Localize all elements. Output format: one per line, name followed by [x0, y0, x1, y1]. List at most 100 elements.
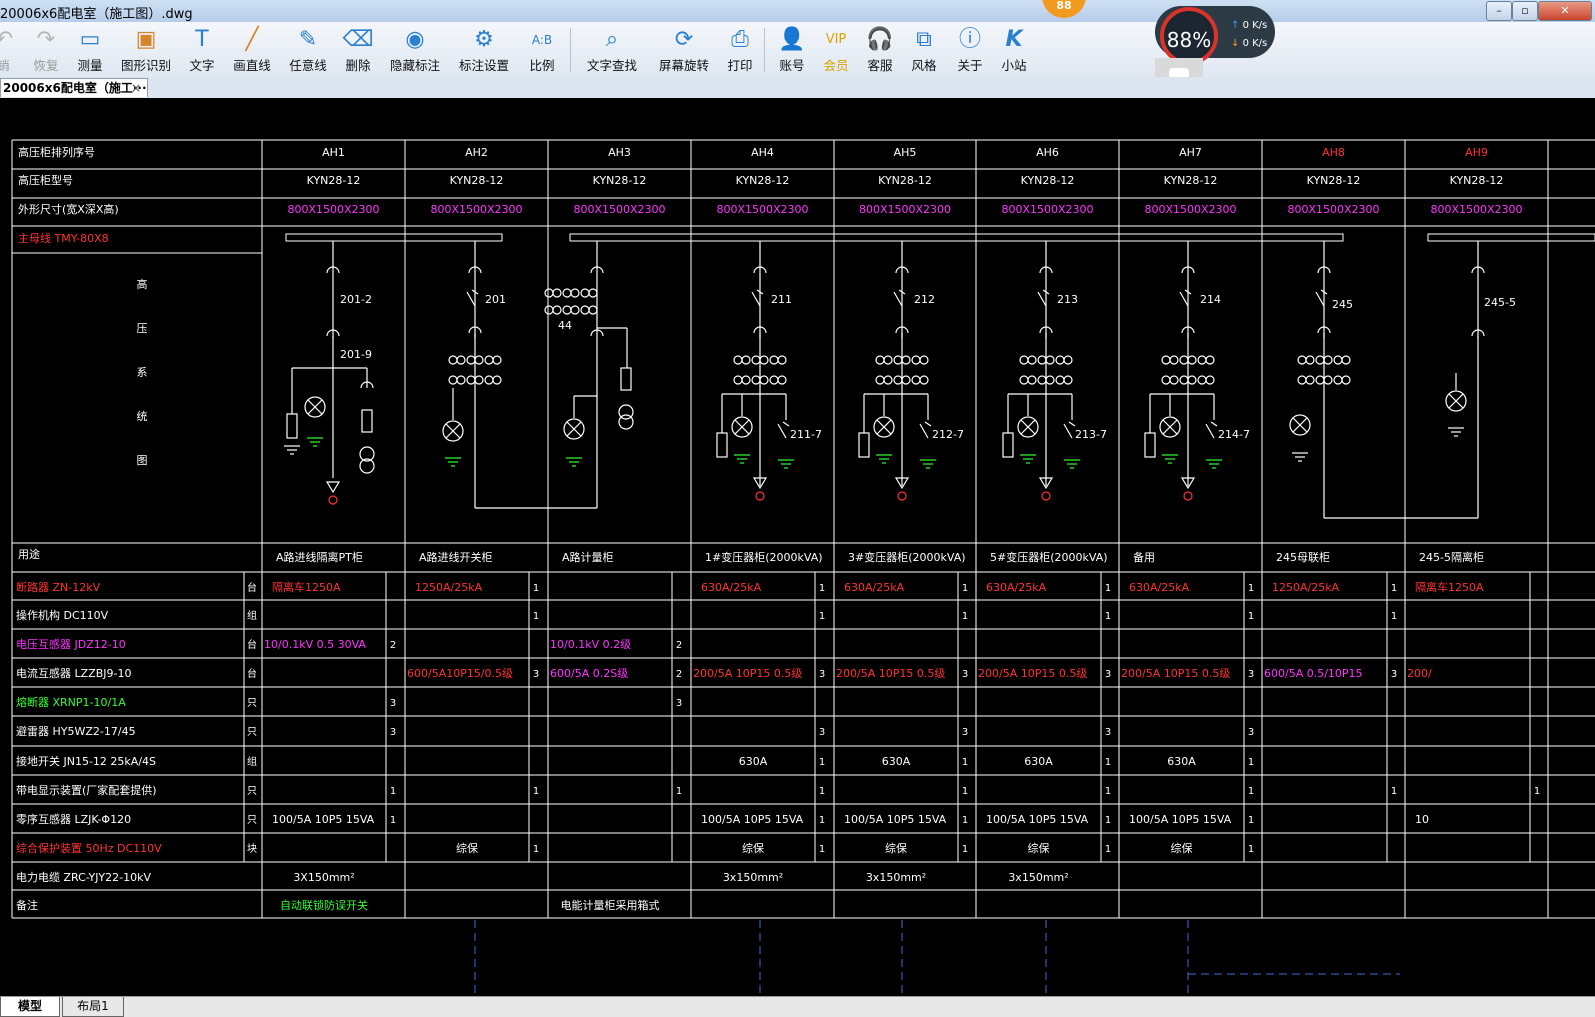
cabinet-size: 800X1500X2300 — [1144, 203, 1236, 216]
ct-coil — [570, 305, 580, 315]
ct-coil — [769, 355, 779, 365]
hide-annotation-button[interactable]: ◉ 隐藏标注 — [386, 25, 444, 74]
cabinet-number: AH8 — [1322, 146, 1345, 159]
text-search-button[interactable]: ⌕ 文字查找 — [580, 25, 644, 74]
ct-coil — [1179, 375, 1189, 385]
usage-value: 3#变压器柜(2000kVA) — [848, 550, 966, 564]
spec-qty: 1 — [1105, 611, 1111, 622]
switch-blade — [1179, 291, 1189, 307]
ct-coil — [1323, 375, 1333, 385]
close-window-button[interactable]: ✕ — [1538, 1, 1592, 21]
delete-button[interactable]: ⌫ 删除 — [340, 25, 376, 74]
cabinet-model: KYN28-12 — [1021, 174, 1075, 187]
spec-qty: 3 — [676, 698, 682, 709]
system-label-char: 图 — [137, 454, 148, 467]
spec-qty: 1 — [533, 583, 539, 594]
spec-cell: 综保 — [456, 841, 478, 855]
free-line-button[interactable]: ✎ 任意线 — [284, 25, 332, 74]
ct-coil — [1305, 375, 1315, 385]
text-button[interactable]: T 文字 — [184, 25, 220, 74]
usage-value: 1#变压器柜(2000kVA) — [705, 550, 823, 564]
spec-qty: 1 — [1248, 844, 1254, 855]
model-tab[interactable]: 模型 — [0, 997, 60, 1017]
ct-coil — [1027, 355, 1037, 365]
row-label-model: 高压柜型号 — [18, 173, 73, 187]
spec-cell: 3X150mm² — [293, 871, 354, 884]
account-button[interactable]: 👤 账号 — [774, 25, 810, 74]
draw-line-button[interactable]: ╱ 画直线 — [228, 25, 276, 74]
user-icon: 👤 — [778, 27, 806, 52]
maximize-button[interactable]: ▫ — [1512, 1, 1538, 21]
ct-coil — [911, 375, 921, 385]
ct-coil — [1187, 355, 1197, 365]
spec-qty: 3 — [390, 698, 396, 709]
cabinet-size: 800X1500X2300 — [430, 203, 522, 216]
redo-button[interactable]: ↷ 恢复 — [28, 25, 64, 74]
spec-qty: 1 — [1105, 815, 1111, 826]
vip-button[interactable]: VIP 会员 — [818, 25, 854, 74]
line-icon: ╱ — [245, 27, 259, 52]
close-tab-icon[interactable]: × — [131, 79, 141, 98]
cabinet-number: AH5 — [894, 146, 917, 159]
cabinet-number: AH1 — [322, 146, 345, 159]
ct-coil — [893, 355, 903, 365]
ct-coil — [751, 375, 761, 385]
switch-blade — [751, 291, 761, 307]
spec-qty: 1 — [1248, 611, 1254, 622]
ct-coil — [474, 375, 484, 385]
spec-cell: 630A — [882, 755, 911, 768]
fuse — [620, 367, 632, 391]
speed-percent-gauge[interactable]: 88% — [1160, 7, 1218, 65]
shape-recognition-button[interactable]: ▣ 图形识别 — [116, 25, 176, 74]
annotation-settings-button[interactable]: ⚙ 标注设置 — [454, 25, 514, 74]
site-button[interactable]: K 小站 — [996, 25, 1032, 74]
ct-coil — [492, 355, 502, 365]
drawing-canvas[interactable]: 高压柜排列序号 高压柜型号 外形尺寸(宽X深X高) 主母线 TMY-80X8 高压系统图… — [0, 98, 1595, 996]
ct-coil — [562, 288, 572, 298]
layout1-tab[interactable]: 布局1 — [62, 997, 124, 1017]
spec-unit: 只 — [247, 786, 257, 797]
spec-cell: 10/0.1kV 0.2级 — [550, 638, 631, 651]
ct-coil — [552, 305, 562, 315]
spec-unit: 台 — [247, 581, 257, 594]
scale-button[interactable]: A:B 比例 — [524, 25, 560, 74]
rotate-screen-button[interactable]: ⟳ 屏幕旋转 — [652, 25, 716, 74]
switch-blade — [1205, 423, 1215, 439]
device-label: 214 — [1200, 293, 1221, 306]
ct-coil — [759, 355, 769, 365]
shape-icon: ▣ — [135, 27, 157, 52]
spec-row-label: 操作机构 DC110V — [16, 608, 109, 622]
ct-coil — [1045, 375, 1055, 385]
customer-service-button[interactable]: 🎧 客服 — [862, 25, 898, 74]
spec-qty: 1 — [962, 844, 968, 855]
ct-coil — [875, 355, 885, 365]
system-label-char: 系 — [137, 366, 148, 379]
print-button[interactable]: ⎙ 打印 — [722, 25, 758, 74]
document-tab[interactable]: 20006x6配电室（施工··· × — [0, 78, 148, 97]
ct-coil — [1297, 355, 1307, 365]
spec-qty: 1 — [390, 815, 396, 826]
system-label-char: 压 — [137, 322, 148, 335]
cad-drawing[interactable]: 高压柜排列序号高压柜型号外形尺寸(宽X深X高) 主母线 TMY-80X8 高压系统图… — [0, 98, 1595, 996]
spec-cell: 600/5A10P15/0.5级 — [407, 667, 513, 680]
fuse — [361, 409, 373, 433]
usage-value: A路计量柜 — [562, 551, 614, 564]
ct-coil — [751, 355, 761, 365]
spec-qty: 2 — [676, 640, 682, 651]
style-button[interactable]: ⧉ 风格 — [906, 25, 942, 74]
device-label: 245 — [1332, 298, 1353, 311]
spec-unit: 组 — [247, 755, 257, 768]
eraser-icon: ⌫ — [342, 27, 374, 52]
measure-button[interactable]: ▭ 测量 — [72, 25, 108, 74]
spec-cell: 综保 — [742, 841, 764, 855]
ct-coil — [1305, 355, 1315, 365]
ct-coil — [1205, 355, 1215, 365]
k-logo-icon: K — [1005, 27, 1023, 52]
cabinet-size: 800X1500X2300 — [287, 203, 379, 216]
minimize-button[interactable]: – — [1486, 1, 1512, 21]
about-button[interactable]: ⓘ 关于 — [952, 25, 988, 74]
rotate-icon: ⟳ — [674, 27, 694, 52]
switch-blade — [466, 291, 476, 307]
undo-button[interactable]: ↶撤销 — [0, 25, 14, 74]
fuse — [1002, 432, 1014, 458]
